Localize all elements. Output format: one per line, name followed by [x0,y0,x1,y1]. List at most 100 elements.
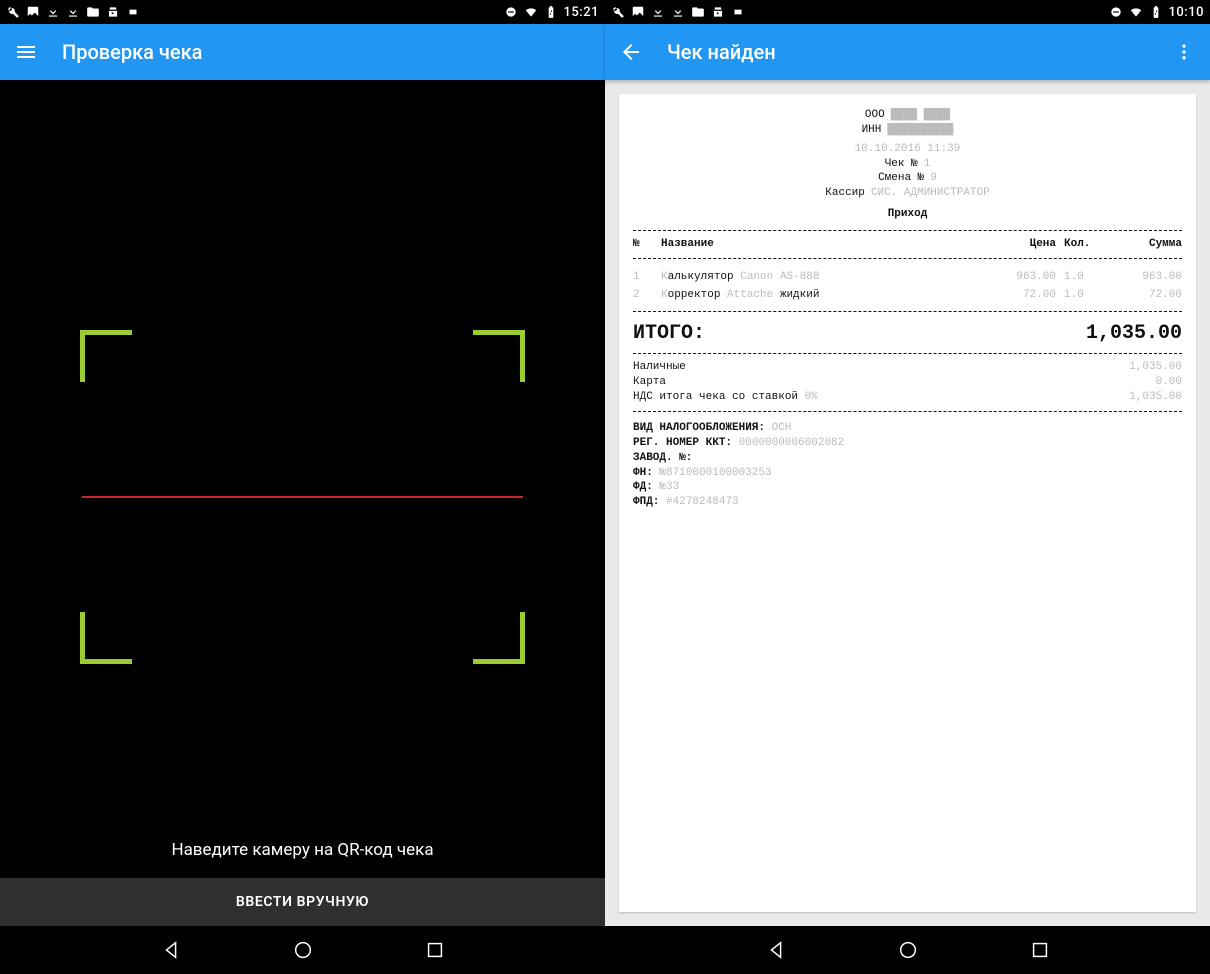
manual-entry-button[interactable]: ВВЕСТИ ВРУЧНУЮ [0,878,605,926]
wrench-icon [611,5,625,19]
nav-back-button[interactable] [160,939,182,961]
item-row: 2Корректор Attache жидкий72.001.072.00 [633,288,1182,303]
receipt-card[interactable]: ООО████ ████ ИНН██████████ 10.10.2016 11… [619,94,1196,912]
frame-corner [473,330,525,382]
footer-line: ВИД НАЛОГООБЛОЖЕНИЯ: ОСН [633,421,1182,436]
navbar [0,926,605,974]
nav-home-button[interactable] [897,939,919,961]
footer-value: #4278248473 [666,496,739,508]
divider-icon [633,411,1182,412]
divider-icon [633,258,1182,259]
col-qty: Кол. [1064,237,1104,252]
divider-icon [633,311,1182,312]
receipt-body: ООО████ ████ ИНН██████████ 10.10.2016 11… [605,80,1210,926]
footer-line: ЗАВОД. №: [633,451,1182,466]
payment-label: НДС итога чека со ставкой 0% [633,390,818,405]
navbar [605,926,1210,974]
shift-label: Смена № [878,171,924,186]
item-qty: 1.0 [1064,288,1104,303]
col-name: Название [661,237,978,252]
app-title: Чек найден [667,40,1148,64]
footer-value: ОСН [772,422,792,434]
footer-block: ВИД НАЛОГООБЛОЖЕНИЯ: ОСНРЕГ. НОМЕР ККТ: … [633,421,1182,510]
footer-label: РЕГ. НОМЕР ККТ: [633,437,732,449]
scanner-body: Наведите камеру на QR-код чека ВВЕСТИ ВР… [0,80,605,926]
frame-corner [80,612,132,664]
image-icon [26,5,40,19]
items-list: 1 Калькулятор Canon AS-888 963.00 1.0 963.00… [633,267,1182,306]
footer-line: ФН: №8710000100003253 [633,466,1182,481]
footer-label: ФПД: [633,496,659,508]
col-num: № [633,237,653,252]
item-num: 2 [633,288,653,303]
payment-row: Карта0.00 [633,375,1182,390]
scan-hint: Наведите камеру на QR-код чека [0,824,605,878]
dnd-icon [504,5,518,19]
statusbar: 10:10 [605,0,1210,24]
screen-receipt: 10:10 Чек найден ООО████ ████ ИНН███████… [605,0,1210,974]
check-no: 1 [924,157,931,172]
payment-row: НДС итога чека со ставкой 0% 1,035.00 [633,390,1182,405]
footer-label: ВИД НАЛОГООБЛОЖЕНИЯ: [633,422,765,434]
cashier-value: СИС. АДМИНИСТРАТОР [871,186,990,201]
status-time: 15:21 [564,5,599,20]
org-value-redacted: ████ ████ [891,108,950,123]
download-icon [651,5,665,19]
footer-label: ФН: [633,467,653,479]
nav-home-button[interactable] [292,939,314,961]
wifi-icon [524,5,538,19]
image-icon [631,5,645,19]
check-no-label: Чек № [885,157,918,172]
back-icon[interactable] [619,40,643,64]
item-sum: 963.00 [1112,270,1182,285]
items-header: № Название Цена Кол. Сумма [633,237,1182,252]
cashier-label: Кассир [825,186,865,201]
total-label: ИТОГО: [633,320,705,347]
nav-recent-button[interactable] [1029,939,1051,961]
receipt-datetime: 10.10.2016 11:39 [633,142,1182,157]
scan-line [82,496,523,498]
download-icon [671,5,685,19]
inn-value-redacted: ██████████ [887,123,953,138]
total-row: ИТОГО: 1,035.00 [633,320,1182,347]
shop-icon [106,5,120,19]
org-label: ООО [865,108,885,123]
item-num: 1 [633,270,653,285]
item-qty: 1.0 [1064,270,1104,285]
camera-viewfinder[interactable] [0,80,605,824]
footer-line: РЕГ. НОМЕР ККТ: 0000000006002082 [633,436,1182,451]
footer-value: 0000000006002082 [739,437,845,449]
folder-icon [691,5,705,19]
footer-line: ФПД: #4278248473 [633,495,1182,510]
wifi-icon [1129,5,1143,19]
wrench-icon [6,5,20,19]
payment-value: 1,035.00 [1129,360,1182,375]
overflow-menu-icon[interactable] [1172,40,1196,64]
battery-charging-icon [544,5,558,19]
payment-label: Карта [633,375,666,390]
payment-value: 1,035.00 [1129,390,1182,405]
app-title: Проверка чека [62,40,591,64]
col-price: Цена [986,237,1056,252]
item-sum: 72.00 [1112,288,1182,303]
item-name: Корректор Attache жидкий [661,288,978,303]
frame-corner [473,612,525,664]
item-price: 963.00 [986,270,1056,285]
menu-icon[interactable] [14,40,38,64]
download-icon [66,5,80,19]
scan-frame [80,330,525,664]
nav-back-button[interactable] [765,939,787,961]
divider-icon [633,353,1182,354]
footer-label: ФД: [633,481,653,493]
payment-row: Наличные1,035.00 [633,360,1182,375]
footer-line: ФД: №33 [633,480,1182,495]
item-name: Калькулятор Canon AS-888 [661,270,978,285]
dnd-icon [1109,5,1123,19]
battery-charging-icon [1149,5,1163,19]
payments-block: Наличные1,035.00Карта0.00НДС итога чека … [633,360,1182,405]
appbar: Проверка чека [0,24,605,80]
statusbar: 15:21 [0,0,605,24]
frame-corner [80,330,132,382]
shift-no: 9 [930,171,937,186]
nav-recent-button[interactable] [424,939,446,961]
